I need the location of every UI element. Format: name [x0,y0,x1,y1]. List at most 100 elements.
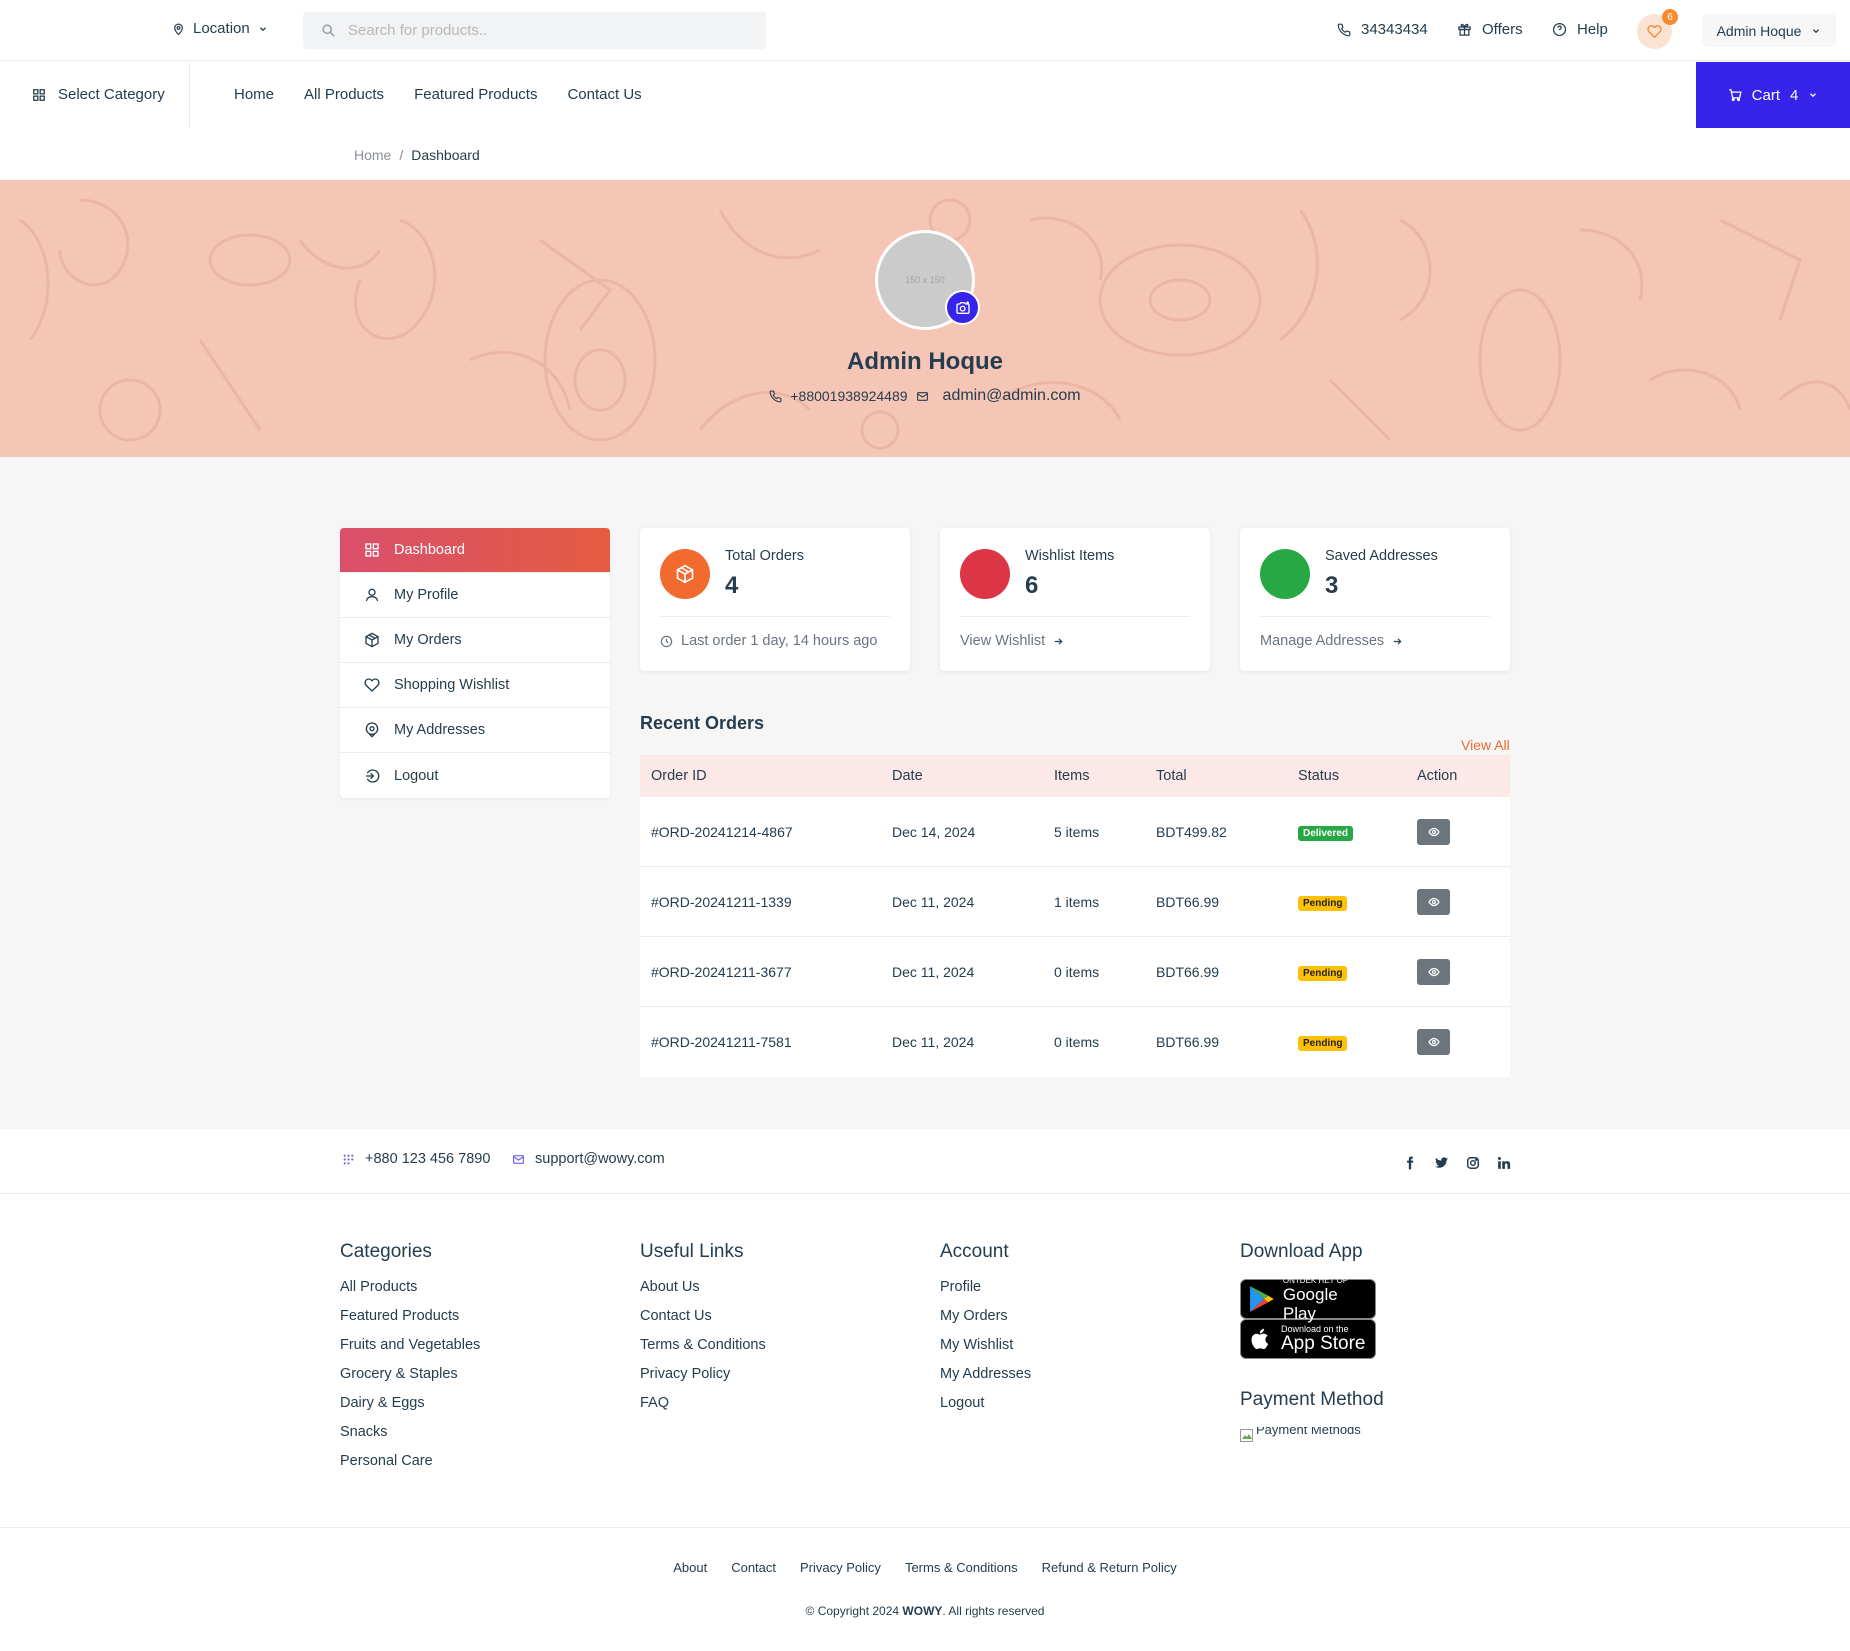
footer-link[interactable]: Privacy Policy [640,1366,766,1395]
sidebar-item-dashboard[interactable]: Dashboard [340,528,610,573]
stat-icon-circle [1260,549,1310,599]
recent-orders-title: Recent Orders [640,713,765,733]
table-header: Order ID Date Items Total Status Action [640,755,1510,797]
gift-icon [1458,23,1471,36]
sidebar-item-my-orders[interactable]: My Orders [340,618,610,663]
payment-methods-alt-text: Payment Methods [1256,1427,1361,1437]
footer-link[interactable]: Contact Us [640,1308,766,1337]
footer-link[interactable]: My Wishlist [940,1337,1031,1366]
last-order-info: Last order 1 day, 14 hours ago [660,633,877,649]
search-box [303,12,766,49]
footer-phone[interactable]: +880 123 456 7890 [342,1151,490,1167]
arrow-right-icon [1393,637,1402,645]
linkedin-icon[interactable] [1497,1156,1511,1170]
payment-methods-image: Payment Methods [1240,1427,1384,1443]
arrow-right-icon [1054,637,1063,645]
copyright-prefix: © Copyright 2024 [805,1604,900,1618]
search-icon [322,24,335,37]
view-all-orders-link[interactable]: View All [1461,737,1510,753]
stat-label: Saved Addresses [1325,548,1438,564]
footer-link[interactable]: Profile [940,1279,1031,1308]
app-store-badge[interactable]: Download on the App Store [1240,1319,1376,1359]
footer-link[interactable]: My Orders [940,1308,1031,1337]
manage-addresses-link[interactable]: Manage Addresses [1260,633,1403,649]
change-photo-button[interactable] [945,290,980,325]
phone-link[interactable]: 34343434 [1337,21,1428,38]
footer-useful-links: Useful Links About Us Contact Us Terms &… [640,1241,766,1424]
table-row: #ORD-20241211-1339 Dec 11, 2024 1 items … [640,867,1510,937]
select-category-label: Select Category [58,86,165,103]
sidebar-item-logout[interactable]: Logout [340,753,610,798]
footer-link[interactable]: Dairy & Eggs [340,1395,480,1424]
nav-home[interactable]: Home [234,86,274,103]
sidebar-item-shopping-wishlist[interactable]: Shopping Wishlist [340,663,610,708]
nav-contact-us[interactable]: Contact Us [567,86,641,103]
order-date: Dec 11, 2024 [892,893,975,910]
footer-bottom-link[interactable]: Contact [731,1560,776,1575]
user-menu-button[interactable]: Admin Hoque [1702,14,1836,47]
view-wishlist-link[interactable]: View Wishlist [960,633,1064,649]
sidebar-item-my-addresses[interactable]: My Addresses [340,708,610,753]
apple-icon [1251,1328,1269,1350]
footer-link[interactable]: About Us [640,1279,766,1308]
view-order-button[interactable] [1417,958,1450,985]
footer-link[interactable]: Fruits and Vegetables [340,1337,480,1366]
footer-column-title: Useful Links [640,1241,744,1262]
order-total: BDT66.99 [1156,1034,1220,1050]
footer-link[interactable]: Personal Care [340,1453,480,1482]
sidebar-item-label: My Addresses [394,722,486,738]
footer-bottom-link[interactable]: Refund & Return Policy [1042,1560,1177,1575]
help-circle-icon [1552,22,1567,37]
view-order-button[interactable] [1417,888,1450,915]
footer-link[interactable]: Logout [940,1395,1031,1424]
footer-link[interactable]: FAQ [640,1395,766,1424]
help-label: Help [1577,21,1608,38]
dialpad-icon [343,1154,354,1164]
footer-bottom-link[interactable]: Privacy Policy [800,1560,881,1575]
footer-link[interactable]: Snacks [340,1424,480,1453]
stat-value: 3 [1325,572,1339,599]
footer-email[interactable]: support@wowy.com [512,1151,665,1167]
footer-bottom-link[interactable]: About [673,1560,707,1575]
cart-button[interactable]: Cart 4 [1696,62,1850,128]
footer-bottom-link[interactable]: Terms & Conditions [905,1560,1018,1575]
status-badge: Pending [1298,1036,1348,1051]
facebook-icon[interactable] [1403,1156,1417,1170]
nav-featured-products[interactable]: Featured Products [414,86,537,103]
footer-link[interactable]: Terms & Conditions [640,1337,766,1366]
mail-icon [916,391,928,401]
help-link[interactable]: Help [1552,21,1608,38]
offers-link[interactable]: Offers [1457,21,1523,38]
sidebar-item-label: Shopping Wishlist [394,677,510,693]
select-category-button[interactable]: Select Category [32,86,165,103]
view-order-button[interactable] [1417,1029,1450,1055]
instagram-icon[interactable] [1466,1156,1480,1170]
table-row: #ORD-20241211-7581 Dec 11, 2024 0 items … [640,1007,1510,1077]
order-total: BDT499.82 [1156,823,1227,840]
status-badge: Delivered [1298,825,1354,841]
payment-method-title: Payment Method [1240,1389,1384,1410]
footer-download-app: Download App ONTDEK HET OP Google Play D… [1240,1241,1384,1443]
column-header: Status [1298,768,1340,784]
location-selector[interactable]: Location [172,20,268,37]
wishlist-button[interactable]: 6 [1637,9,1678,49]
footer-link[interactable]: All Products [340,1279,480,1308]
order-items: 0 items [1054,1034,1100,1050]
google-play-badge[interactable]: ONTDEK HET OP Google Play [1240,1275,1376,1323]
profile-banner: 150 x 150 Admin Hoque +88001938924489 ad… [0,180,1850,457]
nav-all-products[interactable]: All Products [304,86,384,103]
breadcrumb: Home / Dashboard [354,147,480,163]
sidebar-item-my-profile[interactable]: My Profile [340,573,610,618]
view-order-button[interactable] [1417,818,1450,845]
breadcrumb-separator: / [399,147,404,163]
search-input[interactable] [348,22,748,39]
column-header: Items [1054,768,1090,784]
footer-link[interactable]: My Addresses [940,1366,1031,1395]
stat-value: 6 [1025,572,1039,599]
twitter-icon[interactable] [1434,1156,1449,1170]
google-play-small-text: ONTDEK HET OP [1282,1275,1349,1285]
breadcrumb-home[interactable]: Home [354,147,391,163]
footer-link[interactable]: Featured Products [340,1308,480,1337]
footer-link[interactable]: Grocery & Staples [340,1366,480,1395]
stat-footer-text: View Wishlist [960,633,1046,649]
